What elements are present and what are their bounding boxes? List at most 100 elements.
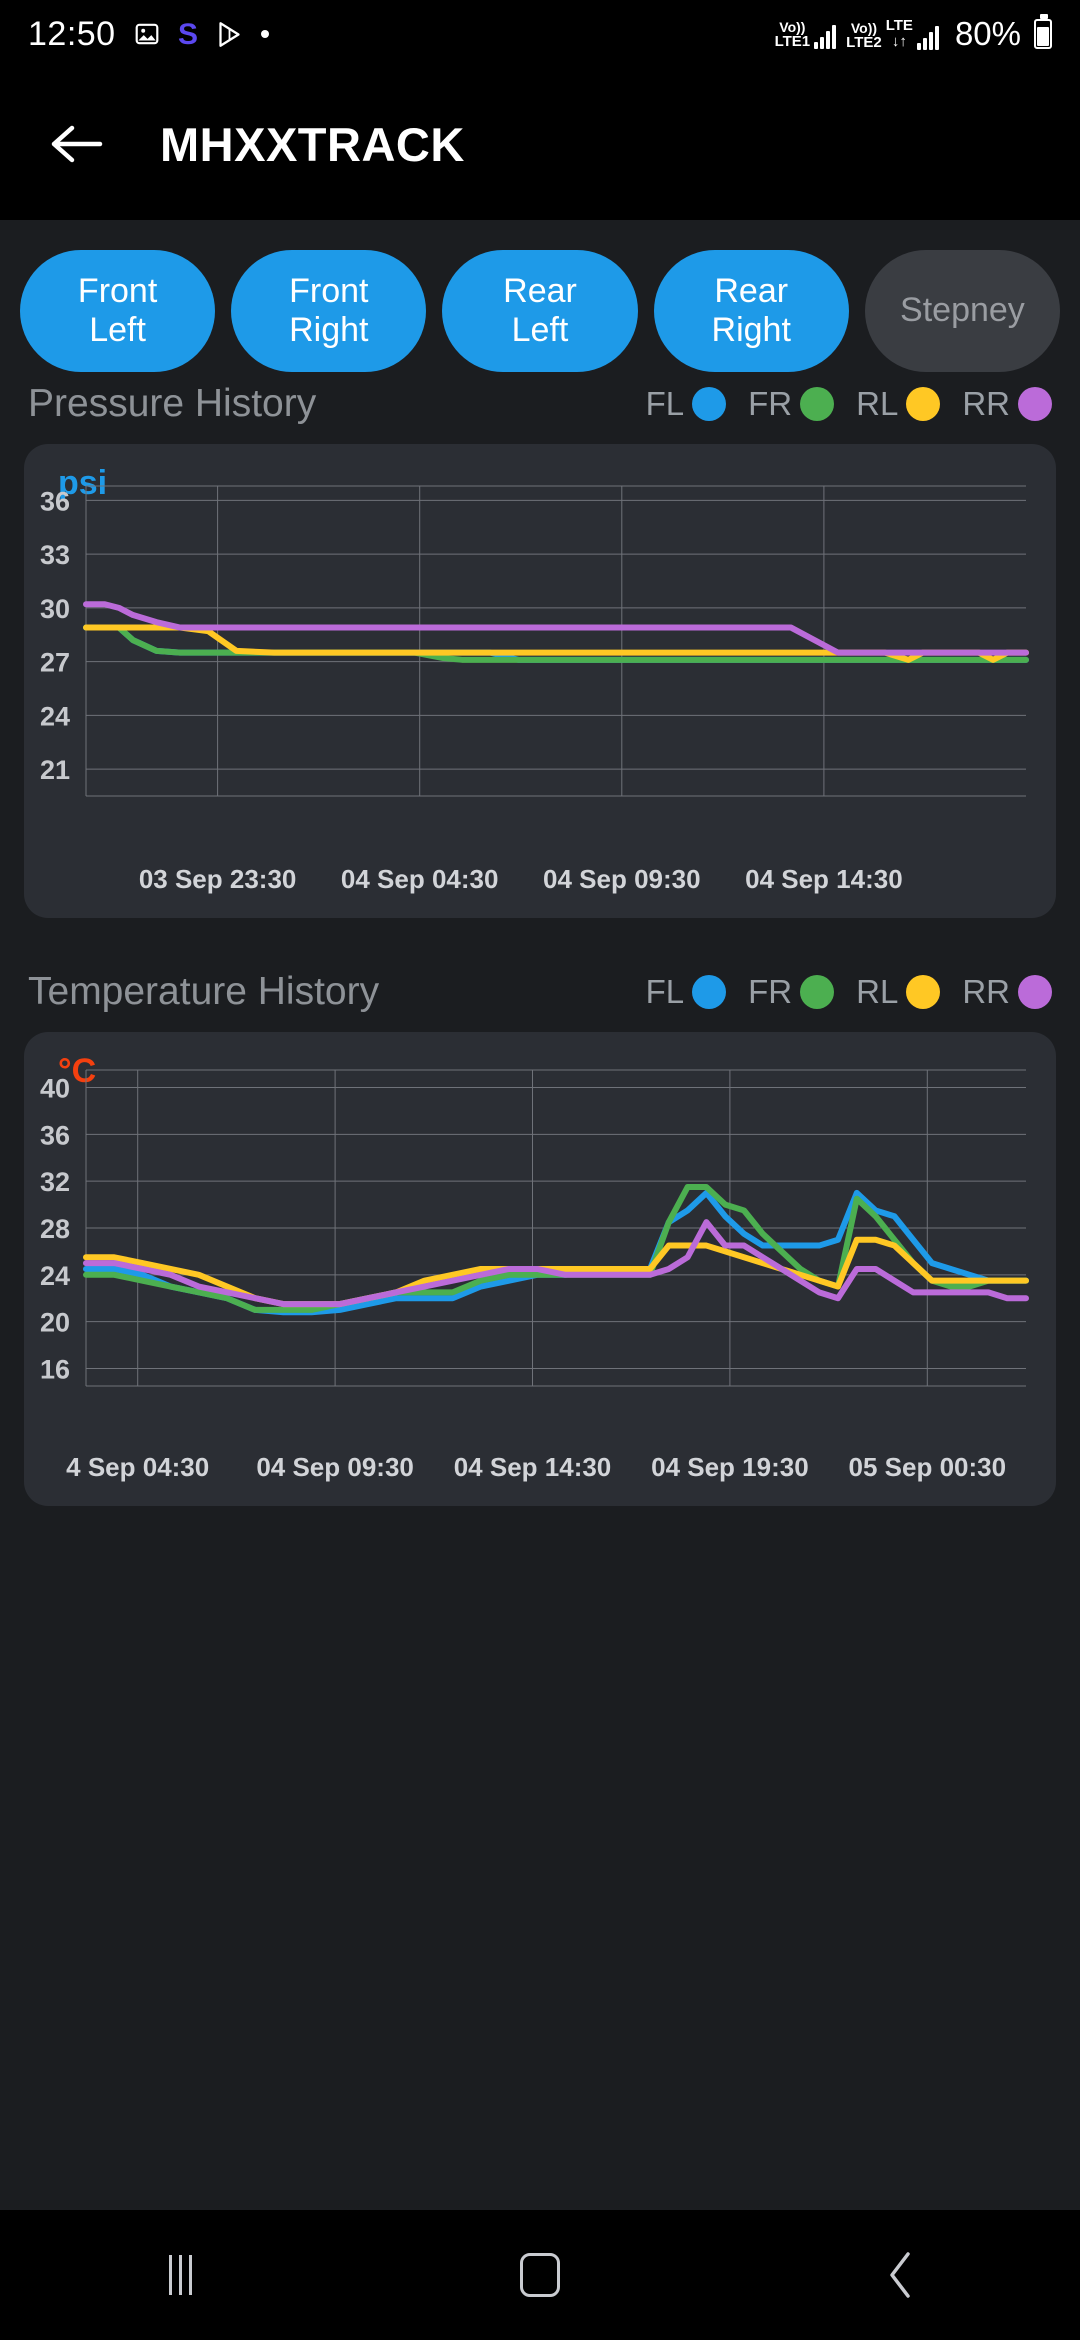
system-navigation-bar [0,2210,1080,2340]
xaxis-tick-label: 04 Sep 04:30 [340,864,499,894]
temperature-chart-card[interactable]: °C 40 36 32 28 24 20 16 4 Sep 04:30 04 Sep 09:3… [24,1032,1056,1506]
legend-label-fl: FL [645,973,685,1010]
legend-item-rr: RR [962,973,1052,1011]
temperature-chart[interactable]: 40 36 32 28 24 20 16 [24,1032,1056,1432]
tire-label-top: Stepney [900,291,1025,330]
legend-dot-fr [800,387,835,421]
legend-label-rr: RR [962,973,1010,1010]
tire-selector: Front Left Front Right Rear Left Rear Ri… [0,220,1080,372]
tire-button-stepney[interactable]: Stepney [864,250,1061,372]
legend-dot-fr [800,975,835,1009]
main-content: Front Left Front Right Rear Left Rear Ri… [0,220,1080,2210]
battery-icon [1034,14,1052,49]
temperature-chart-svg[interactable]: 40 36 32 28 24 20 16 [24,1032,1056,1432]
legend-dot-rl [906,387,941,421]
temperature-section-header: Temperature History FL FR RL RR [0,970,1080,1014]
svg-text:21: 21 [40,755,70,785]
play-icon [216,21,243,48]
tire-button-rear-right[interactable]: Rear Right [653,250,849,372]
sim2-volte: Vo)) LTE2 [846,21,882,50]
tire-label-top: Front [289,271,369,310]
legend-dot-rr [1018,387,1052,421]
back-icon[interactable] [840,2230,960,2320]
sim2-network: LTE ↓↑ [886,18,913,50]
pressure-chart-card[interactable]: psi 36 33 30 27 24 21 03 Sep 23:30 04 Sep 04:3… [24,444,1056,918]
sim1-volte-top: Vo)) [779,18,806,35]
recents-icon[interactable] [120,2230,240,2320]
pressure-xaxis: 03 Sep 23:30 04 Sep 04:30 04 Sep 09:30 04 S… [24,864,1056,898]
svg-text:16: 16 [40,1354,70,1384]
xaxis-tick-label: 04 Sep 19:30 [651,1452,809,1482]
xaxis-tick-label: 04 Sep 14:30 [453,1452,612,1482]
legend-item-fr: FR [748,385,835,423]
tire-button-front-left[interactable]: Front Left [20,250,216,372]
svg-text:27: 27 [40,648,70,678]
legend-label-fl: FL [645,385,685,422]
app-bar: MHXXTRACK [0,68,1080,220]
svg-text:36: 36 [40,1120,70,1150]
sim2-data-arrows-icon: ↓↑ [891,33,907,50]
xaxis-tick-label: 04 Sep 09:30 [256,1452,414,1482]
svg-text:24: 24 [40,1261,70,1291]
svg-text:30: 30 [40,594,70,624]
temperature-legend: FL FR RL RR [624,973,1052,1011]
xaxis-tick-label: 04 Sep 14:30 [745,864,903,894]
recents-glyph [168,2255,192,2295]
xaxis-tick-label: 4 Sep 04:30 [66,1452,210,1482]
legend-item-fl: FL [646,973,727,1011]
legend-item-rl: RL [856,385,941,423]
legend-label-rl: RL [856,385,899,422]
tire-label-top: Front [77,271,158,310]
svg-text:32: 32 [40,1167,70,1197]
legend-item-fr: FR [748,973,835,1011]
tire-label-bottom: Right [711,311,791,349]
legend-label-rl: RL [856,973,899,1010]
tire-label-bottom: Right [289,311,369,349]
sim1-label: LTE1 [774,32,811,50]
svg-text:24: 24 [40,701,70,731]
photo-icon [134,21,160,47]
status-clock: 12:50 [28,14,116,53]
svg-text:36: 36 [40,486,70,516]
xaxis-tick-label: 03 Sep 23:30 [138,864,297,894]
back-arrow-icon[interactable] [40,108,112,180]
samsung-s-icon: S [176,19,200,49]
legend-dot-fl [692,387,727,421]
temperature-section-title: Temperature History [28,970,380,1013]
legend-item-fl: FL [646,385,727,423]
pressure-chart-svg[interactable]: 36 33 30 27 24 21 [24,444,1056,844]
xaxis-tick-label: 05 Sep 00:30 [848,1452,1007,1482]
svg-text:S: S [178,19,198,49]
home-icon[interactable] [480,2230,600,2320]
sim1-signal-bars-icon [814,24,837,49]
tire-label-top: Rear [714,271,789,310]
battery-percent: 80% [954,15,1021,52]
status-bar: 12:50 S Vo)) LTE1 Vo)) LTE2 LTE ↓↑ 80% [0,0,1080,68]
legend-label-fr: FR [748,385,793,422]
tire-button-front-right[interactable]: Front Right [231,250,427,372]
sim1-indicator: Vo)) LTE1 [775,20,837,49]
tire-label-bottom: Left [511,311,569,349]
sim1-volte: Vo)) LTE1 [775,20,811,49]
legend-dot-rl [906,975,941,1009]
page-title: MHXXTRACK [160,117,465,171]
legend-label-fr: FR [748,973,793,1010]
tire-button-rear-left[interactable]: Rear Left [442,250,638,372]
status-right-icons: Vo)) LTE1 Vo)) LTE2 LTE ↓↑ 80% [775,14,1052,53]
status-notification-icons: S [134,19,271,49]
sim2-volte-top: Vo)) [850,19,878,36]
pressure-legend: FL FR RL RR [624,385,1052,423]
pressure-section-header: Pressure History FL FR RL RR [0,382,1080,426]
svg-text:33: 33 [40,540,70,570]
sim2-signal-bars-icon [916,25,939,50]
phone-screen: 12:50 S Vo)) LTE1 Vo)) LTE2 LTE ↓↑ 80% M… [0,0,1080,2340]
xaxis-tick-label: 04 Sep 09:30 [543,864,701,894]
svg-text:28: 28 [40,1214,70,1244]
tire-label-top: Rear [503,271,577,310]
pressure-section-title: Pressure History [28,382,317,425]
svg-text:20: 20 [40,1308,70,1338]
legend-dot-fl [692,975,727,1009]
sim2-indicator: Vo)) LTE2 LTE ↓↑ [846,18,939,50]
tire-label-bottom: Left [89,311,146,349]
pressure-chart[interactable]: 36 33 30 27 24 21 [24,444,1056,844]
